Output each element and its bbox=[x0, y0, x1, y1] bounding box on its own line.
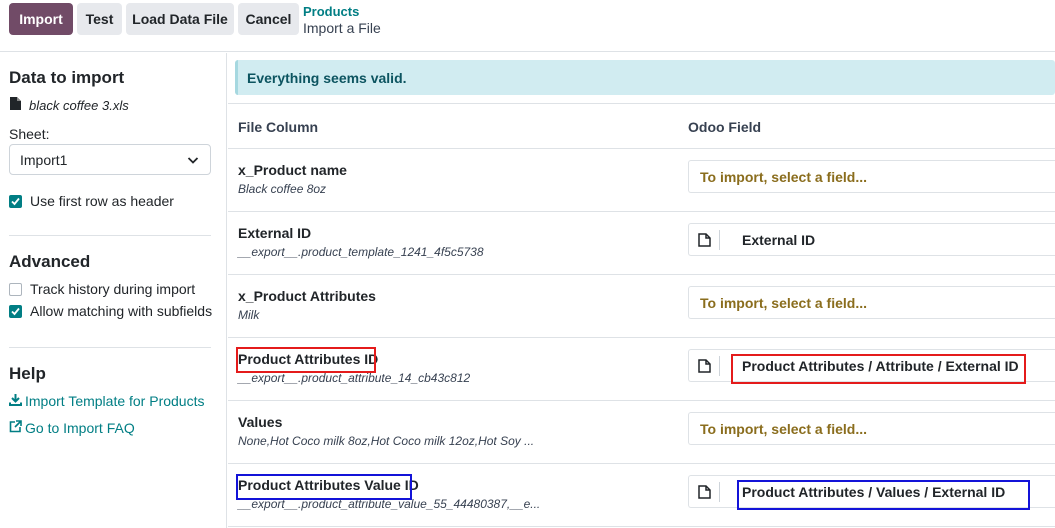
check-icon[interactable] bbox=[9, 304, 22, 318]
test-button[interactable]: Test bbox=[77, 3, 122, 35]
table-row: External ID __export__.product_template_… bbox=[228, 212, 1055, 275]
table-row: x_Product name Black coffee 8oz To impor… bbox=[228, 149, 1055, 212]
cancel-button[interactable]: Cancel bbox=[238, 3, 299, 35]
breadcrumb-current: Import a File bbox=[303, 20, 381, 36]
external-link-icon bbox=[9, 420, 22, 436]
sheet-label: Sheet: bbox=[9, 126, 50, 142]
column-sample: __export__.product_attribute_14_cb43c812 bbox=[238, 371, 471, 385]
import-mapping-panel: Everything seems valid. File Column Odoo… bbox=[228, 53, 1055, 528]
document-icon bbox=[690, 355, 720, 376]
column-sample: __export__.product_template_1241_4f5c573… bbox=[238, 245, 484, 259]
file-icon bbox=[10, 97, 21, 113]
highlight-box-red bbox=[731, 354, 1026, 384]
column-name: x_Product name bbox=[238, 162, 347, 178]
odoo-field-header: Odoo Field bbox=[688, 119, 762, 135]
checkbox-empty-icon[interactable] bbox=[9, 282, 22, 296]
sidebar-divider bbox=[9, 235, 211, 236]
field-selector[interactable]: To import, select a field... bbox=[688, 412, 1055, 445]
advanced-heading: Advanced bbox=[9, 252, 91, 271]
import-faq-label[interactable]: Go to Import FAQ bbox=[25, 420, 135, 436]
table-row: Values None,Hot Coco milk 8oz,Hot Coco m… bbox=[228, 401, 1055, 464]
download-icon bbox=[9, 393, 22, 409]
field-selector[interactable]: To import, select a field... bbox=[688, 286, 1055, 319]
column-sample: Black coffee 8oz bbox=[238, 182, 327, 196]
chevron-down-icon bbox=[187, 153, 199, 169]
track-history-label: Track history during import bbox=[30, 281, 196, 297]
allow-matching-checkbox[interactable]: Allow matching with subfields bbox=[9, 303, 212, 319]
track-history-checkbox[interactable]: Track history during import bbox=[9, 281, 195, 297]
import-template-label[interactable]: Import Template for Products bbox=[25, 393, 204, 409]
field-selector[interactable]: External ID bbox=[688, 223, 1055, 256]
table-row: x_Product Attributes Milk To import, sel… bbox=[228, 275, 1055, 338]
highlight-box-blue bbox=[236, 474, 412, 500]
first-row-header-checkbox[interactable]: Use first row as header bbox=[9, 193, 174, 209]
mapping-table-header: File Column Odoo Field bbox=[228, 103, 1055, 149]
sheet-value: Import1 bbox=[20, 151, 68, 168]
column-name: x_Product Attributes bbox=[238, 288, 376, 304]
file-column-header: File Column bbox=[238, 119, 319, 135]
control-panel: Import Test Load Data File Cancel Produc… bbox=[0, 0, 1055, 52]
help-heading: Help bbox=[9, 364, 46, 383]
column-sample: Milk bbox=[238, 308, 260, 322]
load-data-file-button[interactable]: Load Data File bbox=[126, 3, 234, 35]
highlight-box-blue bbox=[737, 480, 1030, 510]
file-name: black coffee 3.xls bbox=[29, 97, 129, 113]
sidebar-divider bbox=[9, 347, 211, 348]
import-template-link[interactable]: Import Template for Products bbox=[9, 393, 204, 409]
selected-field-label: External ID bbox=[742, 231, 816, 248]
data-to-import-heading: Data to import bbox=[9, 68, 125, 87]
field-selector[interactable]: To import, select a field... bbox=[688, 160, 1055, 193]
first-row-header-label: Use first row as header bbox=[30, 193, 174, 209]
allow-matching-label: Allow matching with subfields bbox=[30, 303, 213, 319]
import-button[interactable]: Import bbox=[9, 3, 73, 35]
validation-alert: Everything seems valid. bbox=[235, 60, 1055, 95]
file-info: black coffee 3.xls bbox=[10, 97, 129, 113]
breadcrumb-parent[interactable]: Products bbox=[303, 4, 359, 19]
column-sample: None,Hot Coco milk 8oz,Hot Coco milk 12o… bbox=[238, 434, 535, 448]
sheet-select[interactable]: Import1 bbox=[9, 144, 211, 175]
highlight-box-red bbox=[236, 347, 376, 373]
check-icon[interactable] bbox=[9, 194, 22, 208]
column-name: Values bbox=[238, 414, 283, 430]
import-faq-link[interactable]: Go to Import FAQ bbox=[9, 420, 135, 436]
column-name: External ID bbox=[238, 225, 312, 241]
document-icon bbox=[690, 481, 720, 502]
document-icon bbox=[690, 229, 720, 250]
import-options-sidebar: Data to import black coffee 3.xls Sheet:… bbox=[0, 53, 227, 528]
